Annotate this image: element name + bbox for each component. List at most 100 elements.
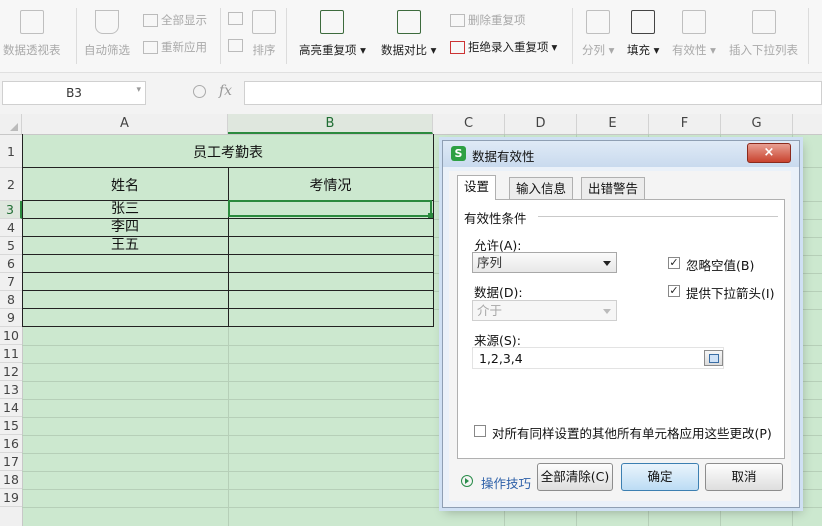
row-header[interactable]: 7	[0, 273, 22, 291]
range-picker-icon[interactable]	[704, 350, 723, 366]
column-header-d[interactable]: D	[505, 114, 577, 134]
apply-all-label: 对所有同样设置的其他所有单元格应用这些更改(P)	[492, 426, 772, 441]
chevron-down-icon[interactable]: ▾	[136, 85, 141, 95]
allow-select[interactable]: 序列	[472, 252, 617, 273]
column-header-g[interactable]: G	[721, 114, 793, 134]
row-header[interactable]: 14	[0, 399, 22, 417]
name-cell[interactable]: 李四	[22, 219, 228, 236]
highlight-duplicates-icon	[320, 10, 345, 34]
name-box[interactable]: B3 ▾	[2, 81, 146, 105]
tab-input-message[interactable]: 输入信息	[509, 177, 574, 199]
row-header[interactable]: 10	[0, 327, 22, 345]
table-border	[22, 290, 434, 291]
row-header[interactable]: 13	[0, 381, 22, 399]
ribbon-divider	[808, 8, 809, 64]
provide-dropdown-label: 提供下拉箭头(I)	[686, 286, 775, 301]
reject-duplicates-button[interactable]: 拒绝录入重复项 ▾	[450, 39, 557, 55]
column-header-overflow[interactable]	[793, 114, 822, 134]
row-header[interactable]: 17	[0, 453, 22, 471]
row-header[interactable]: 18	[0, 471, 22, 489]
row-header[interactable]: 9	[0, 309, 22, 327]
group-divider	[538, 216, 778, 217]
name-cell[interactable]: 王五	[22, 237, 228, 254]
remove-duplicates-button[interactable]: 删除重复项	[450, 12, 526, 28]
clear-all-button[interactable]: 全部清除(C)	[537, 463, 613, 491]
dialog-titlebar[interactable]: S 数据有效性 ×	[443, 141, 799, 167]
split-columns-button[interactable]: 分列 ▾	[582, 4, 614, 58]
select-all-corner[interactable]	[0, 114, 22, 134]
table-border	[433, 134, 434, 326]
dropdown-list-icon	[751, 10, 776, 34]
data-validation-dialog: S 数据有效性 × 设置 输入信息 出错警告 有效性条件 允许(A): 序列 ✓…	[442, 140, 800, 508]
zoom-icon[interactable]	[193, 85, 206, 98]
fill-handle[interactable]	[428, 213, 433, 218]
row-header[interactable]: 16	[0, 435, 22, 453]
highlight-duplicates-button[interactable]: 高亮重复项 ▾	[299, 4, 366, 58]
fill-button[interactable]: 填充 ▾	[627, 4, 659, 58]
row-header[interactable]: 4	[0, 219, 22, 237]
active-cell-b3[interactable]	[228, 200, 432, 217]
row-header[interactable]: 3	[0, 201, 22, 219]
reapply-button[interactable]: 重新应用	[143, 39, 207, 55]
sort-desc-button[interactable]	[228, 39, 243, 52]
tab-error-alert[interactable]: 出错警告	[581, 177, 646, 199]
ok-button[interactable]: 确定	[621, 463, 699, 491]
ribbon-divider	[572, 8, 573, 64]
sort-button[interactable]: 排序	[252, 4, 276, 58]
column-header-f[interactable]: F	[649, 114, 721, 134]
table-border	[22, 254, 434, 255]
pivot-table-button[interactable]: 数据透视表	[3, 4, 61, 58]
data-compare-icon	[396, 10, 421, 34]
row-header[interactable]: 19	[0, 489, 22, 507]
dialog-title: 数据有效性	[472, 149, 535, 164]
tips-link[interactable]: 操作技巧	[481, 473, 531, 492]
remove-duplicates-icon	[450, 13, 465, 27]
source-input[interactable]: 1,2,3,4	[472, 347, 724, 369]
play-tips-icon[interactable]	[461, 475, 473, 487]
data-compare-button[interactable]: 数据对比 ▾	[381, 4, 436, 58]
sort-icon	[252, 10, 276, 34]
formula-bar: B3 ▾ fx	[0, 73, 822, 113]
sort-desc-icon	[228, 39, 243, 52]
row-header[interactable]: 8	[0, 291, 22, 309]
row-header[interactable]: 2	[0, 168, 22, 201]
row-header[interactable]: 15	[0, 417, 22, 435]
provide-dropdown-checkbox[interactable]: ✓	[668, 285, 680, 297]
column-header-b[interactable]: B	[228, 114, 433, 134]
column-header-e[interactable]: E	[577, 114, 649, 134]
close-button[interactable]: ×	[747, 143, 791, 163]
autofilter-button[interactable]: 自动筛选	[84, 4, 130, 58]
column-header-a[interactable]: A	[22, 114, 228, 134]
show-all-button[interactable]: 全部显示	[143, 12, 207, 28]
table-border	[22, 326, 434, 327]
ribbon-toolbar: 数据透视表 自动筛选 全部显示 重新应用 排序 高亮重复项 ▾ 数据对比 ▾ 删…	[0, 0, 822, 73]
row-header[interactable]: 5	[0, 237, 22, 255]
settings-panel: 有效性条件 允许(A): 序列 ✓ 忽略空值(B) 数据(D): 介于 ✓ 提供…	[457, 199, 785, 459]
column-header-c[interactable]: C	[433, 114, 505, 134]
ribbon-divider	[286, 8, 287, 64]
table-border	[22, 308, 434, 309]
sort-asc-icon	[228, 12, 243, 25]
cancel-button[interactable]: 取消	[705, 463, 783, 491]
header-name-cell[interactable]: 姓名	[22, 175, 228, 195]
header-status-cell[interactable]: 考情况	[228, 175, 433, 195]
row-header[interactable]: 12	[0, 363, 22, 381]
validity-button[interactable]: 有效性 ▾	[672, 4, 716, 58]
ignore-blank-checkbox[interactable]: ✓	[668, 257, 680, 269]
row-header[interactable]: 1	[0, 135, 22, 168]
apply-all-checkbox[interactable]	[474, 425, 486, 437]
formula-input[interactable]	[244, 81, 822, 105]
data-select[interactable]: 介于	[472, 300, 617, 321]
ribbon-divider	[220, 8, 221, 64]
fx-icon[interactable]: fx	[219, 83, 232, 99]
row-header[interactable]: 6	[0, 255, 22, 273]
ribbon-divider	[76, 8, 77, 64]
name-cell[interactable]: 张三	[22, 201, 228, 218]
sort-asc-button[interactable]	[228, 12, 243, 25]
table-title[interactable]: 员工考勤表	[22, 142, 434, 162]
tab-settings[interactable]: 设置	[457, 175, 497, 200]
insert-dropdown-list-button[interactable]: 插入下拉列表	[729, 4, 798, 58]
row-header[interactable]: 11	[0, 345, 22, 363]
chevron-down-icon	[603, 261, 611, 266]
validity-criteria-label: 有效性条件	[464, 211, 527, 226]
